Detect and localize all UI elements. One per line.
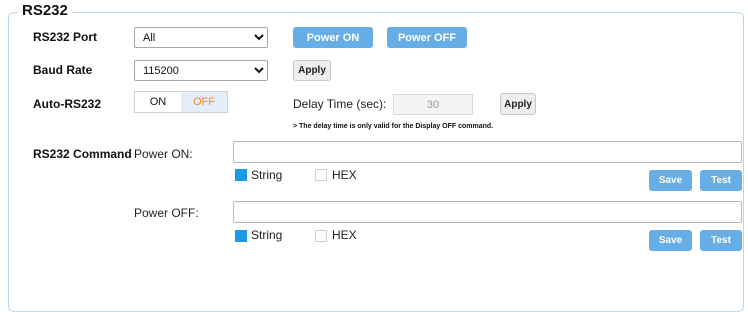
- rs232-command-label: RS232 Command: [33, 147, 132, 161]
- power-off-string-checkbox[interactable]: [235, 230, 247, 242]
- rs232-port-select[interactable]: All: [134, 27, 268, 48]
- power-on-string-label: String: [251, 168, 283, 182]
- auto-rs232-toggle[interactable]: ON OFF: [134, 91, 228, 113]
- auto-rs232-label: Auto-RS232: [33, 97, 102, 111]
- toggle-on-option[interactable]: ON: [135, 92, 181, 112]
- section-title: RS232: [18, 2, 72, 19]
- delay-note: > The delay time is only valid for the D…: [293, 123, 494, 130]
- baud-apply-button[interactable]: Apply: [293, 60, 331, 81]
- toggle-off-option[interactable]: OFF: [181, 92, 227, 112]
- power-on-command-input[interactable]: [233, 141, 742, 163]
- delay-time-input[interactable]: [393, 94, 473, 115]
- power-on-hex-checkbox[interactable]: [315, 169, 327, 181]
- power-off-command-input[interactable]: [233, 201, 742, 223]
- power-on-hex-label: HEX: [332, 168, 357, 182]
- power-on-save-button[interactable]: Save: [649, 170, 692, 191]
- baud-rate-label: Baud Rate: [33, 63, 93, 77]
- power-off-command-label: Power OFF:: [134, 206, 199, 220]
- power-on-command-label: Power ON:: [134, 147, 193, 161]
- power-off-save-button[interactable]: Save: [649, 230, 692, 251]
- power-off-hex-label: HEX: [332, 228, 357, 242]
- power-on-button[interactable]: Power ON: [293, 27, 373, 48]
- delay-apply-button[interactable]: Apply: [500, 93, 536, 115]
- power-on-test-button[interactable]: Test: [700, 170, 742, 191]
- baud-rate-select[interactable]: 115200: [134, 60, 268, 81]
- power-on-string-checkbox[interactable]: [235, 169, 247, 181]
- power-off-hex-checkbox[interactable]: [315, 230, 327, 242]
- power-off-test-button[interactable]: Test: [700, 230, 742, 251]
- power-off-button[interactable]: Power OFF: [387, 27, 467, 48]
- rs232-port-label: RS232 Port: [33, 30, 98, 44]
- delay-time-label: Delay Time (sec):: [293, 97, 387, 111]
- power-off-string-label: String: [251, 228, 283, 242]
